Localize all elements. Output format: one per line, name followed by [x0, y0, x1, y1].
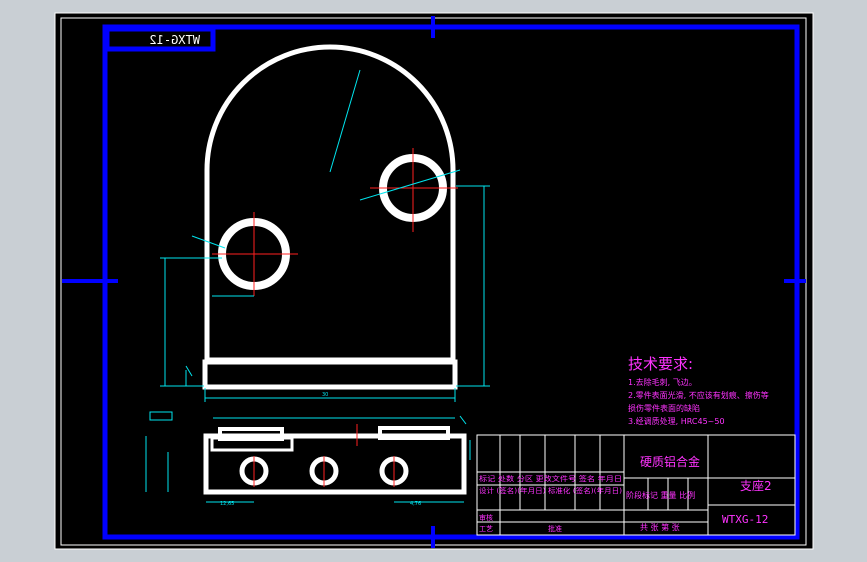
title-part-name: 支座2 — [740, 478, 772, 493]
dim-side-4-76: 4,76 — [410, 501, 421, 507]
title-row-process: 工艺 — [479, 525, 493, 533]
tech-req-item-3: 损伤零件表面的缺陷 — [628, 403, 700, 413]
title-row-labels-1: 标记 处数 分区 更改文件号 签名 年月日 — [479, 474, 622, 483]
title-sheet-labels: 共 张 第 张 — [640, 522, 680, 532]
cad-drawing-viewport: WTXG-12 30 12,65 4,76 技术要求: 1.去除毛刺, 飞边。 … — [0, 0, 867, 562]
title-drawing-code: WTXG-12 — [722, 513, 768, 526]
title-material: 硬质铝合金 — [640, 454, 700, 469]
tech-req-item-4: 3.经调质处理, HRC45~50 — [628, 416, 725, 426]
title-row-labels-2: 设计 (签名)(年月日) 标准化 (签名)(年月日) — [479, 486, 622, 495]
title-stage-labels: 阶段标记 重量 比例 — [626, 490, 695, 500]
tech-req-title: 技术要求: — [628, 355, 693, 373]
mirrored-drawing-code: WTXG-12 — [149, 33, 200, 47]
title-approve: 批准 — [548, 524, 562, 533]
tech-req-item-2: 2.零件表面光滑, 不应该有划痕、擦伤等 — [628, 390, 769, 400]
dim-width-30: 30 — [322, 392, 328, 398]
tech-req-item-1: 1.去除毛刺, 飞边。 — [628, 377, 697, 387]
dim-side-12-65: 12,65 — [220, 501, 234, 507]
title-row-reviewer: 审核 — [479, 513, 493, 522]
